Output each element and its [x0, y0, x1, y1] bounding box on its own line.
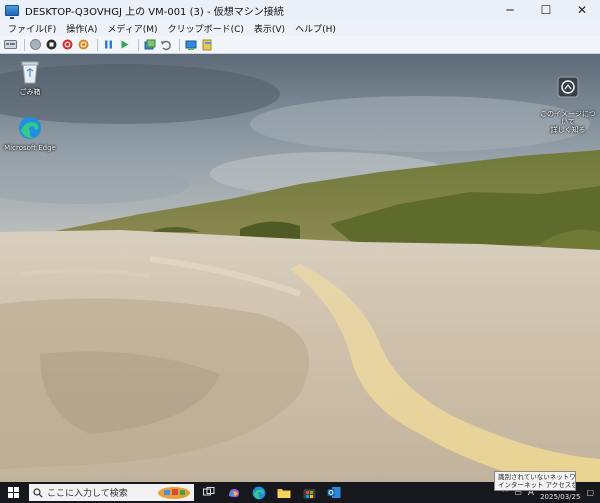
recycle-bin-label: ごみ箱: [19, 88, 41, 96]
window-controls: ─ ☐ ✕: [492, 0, 600, 20]
menu-action[interactable]: 操作(A): [66, 22, 97, 35]
start-button[interactable]: [3, 482, 23, 503]
edge-icon: [2, 116, 58, 142]
taskbar-edge-button[interactable]: [249, 482, 269, 503]
toolbar-separator: [97, 38, 98, 51]
window-title: DESKTOP-Q3OVHGJ 上の VM-001 (3) - 仮想マシン接続: [25, 6, 284, 18]
resume-icon[interactable]: [118, 38, 131, 51]
turn-off-icon[interactable]: [45, 38, 58, 51]
notification-icon[interactable]: ▢: [586, 488, 594, 497]
pause-icon[interactable]: [102, 38, 115, 51]
menu-help[interactable]: ヘルプ(H): [295, 22, 336, 35]
toolbar-separator: [179, 38, 180, 51]
save-state-icon[interactable]: [77, 38, 90, 51]
menu-media[interactable]: メディア(M): [107, 22, 157, 35]
vm-connect-icon: [5, 4, 19, 19]
desktop-icon-recycle-bin[interactable]: ごみ箱: [2, 60, 58, 96]
desktop-icon-learn-more[interactable]: このイメージについて 詳しく知る: [540, 60, 596, 134]
revert-icon[interactable]: [159, 38, 172, 51]
vm-desktop[interactable]: ごみ箱 Microsoft Edge このイメージについて 詳しく知る: [0, 54, 600, 482]
toolbar-separator: [138, 38, 139, 51]
close-button[interactable]: ✕: [564, 0, 600, 20]
copilot-icon: [229, 488, 239, 497]
learn-more-label: このイメージについて 詳しく知る: [540, 110, 596, 134]
toolbar-separator: [24, 38, 25, 51]
taskbar-search-box[interactable]: ここに入力して検索: [29, 484, 194, 501]
maximize-button[interactable]: ☐: [528, 0, 564, 20]
beach-wallpaper: [0, 54, 600, 482]
store-icon: [303, 489, 315, 499]
task-view-button[interactable]: [199, 482, 219, 503]
vm-toolbar: [0, 36, 600, 54]
learn-more-icon: [540, 68, 596, 100]
windows-logo-icon: [7, 487, 19, 498]
copilot-button[interactable]: [224, 482, 244, 503]
search-icon: [33, 487, 43, 498]
desktop-icon-edge[interactable]: Microsoft Edge: [2, 116, 58, 152]
enhanced-session-icon[interactable]: [184, 38, 197, 51]
recycle-bin-icon: [2, 60, 58, 86]
store-button[interactable]: [299, 482, 319, 503]
menu-bar: ファイル(F) 操作(A) メディア(M) クリップボード(C) 表示(V) ヘ…: [0, 20, 600, 36]
outlook-button[interactable]: [324, 482, 344, 503]
start-icon[interactable]: [29, 38, 42, 51]
menu-view[interactable]: 表示(V): [254, 22, 285, 35]
search-highlight-icon: [158, 487, 190, 499]
outlook-icon: [327, 487, 341, 498]
tooltip-line-1: 識別されていないネットワーク: [498, 473, 576, 481]
share-icon[interactable]: [200, 38, 213, 51]
ctrl-alt-del-icon[interactable]: [4, 38, 17, 51]
shutdown-icon[interactable]: [61, 38, 74, 51]
minimize-button[interactable]: ─: [492, 0, 528, 20]
menu-file[interactable]: ファイル(F): [8, 22, 56, 35]
taskbar-date[interactable]: 2025/03/25: [540, 493, 580, 501]
edge-label: Microsoft Edge: [4, 144, 56, 152]
edge-icon: [252, 486, 266, 499]
checkpoint-icon[interactable]: [143, 38, 156, 51]
file-explorer-button[interactable]: [274, 482, 294, 503]
task-view-icon: [203, 487, 215, 496]
window-titlebar[interactable]: DESKTOP-Q3OVHGJ 上の VM-001 (3) - 仮想マシン接続 …: [0, 0, 600, 20]
menu-clipboard[interactable]: クリップボード(C): [168, 22, 244, 35]
tooltip-line-2: インターネット アクセスなし: [498, 481, 576, 489]
network-tooltip: 識別されていないネットワーク インターネット アクセスなし: [494, 471, 576, 491]
folder-icon: [277, 488, 291, 498]
search-placeholder: ここに入力して検索: [47, 489, 128, 499]
